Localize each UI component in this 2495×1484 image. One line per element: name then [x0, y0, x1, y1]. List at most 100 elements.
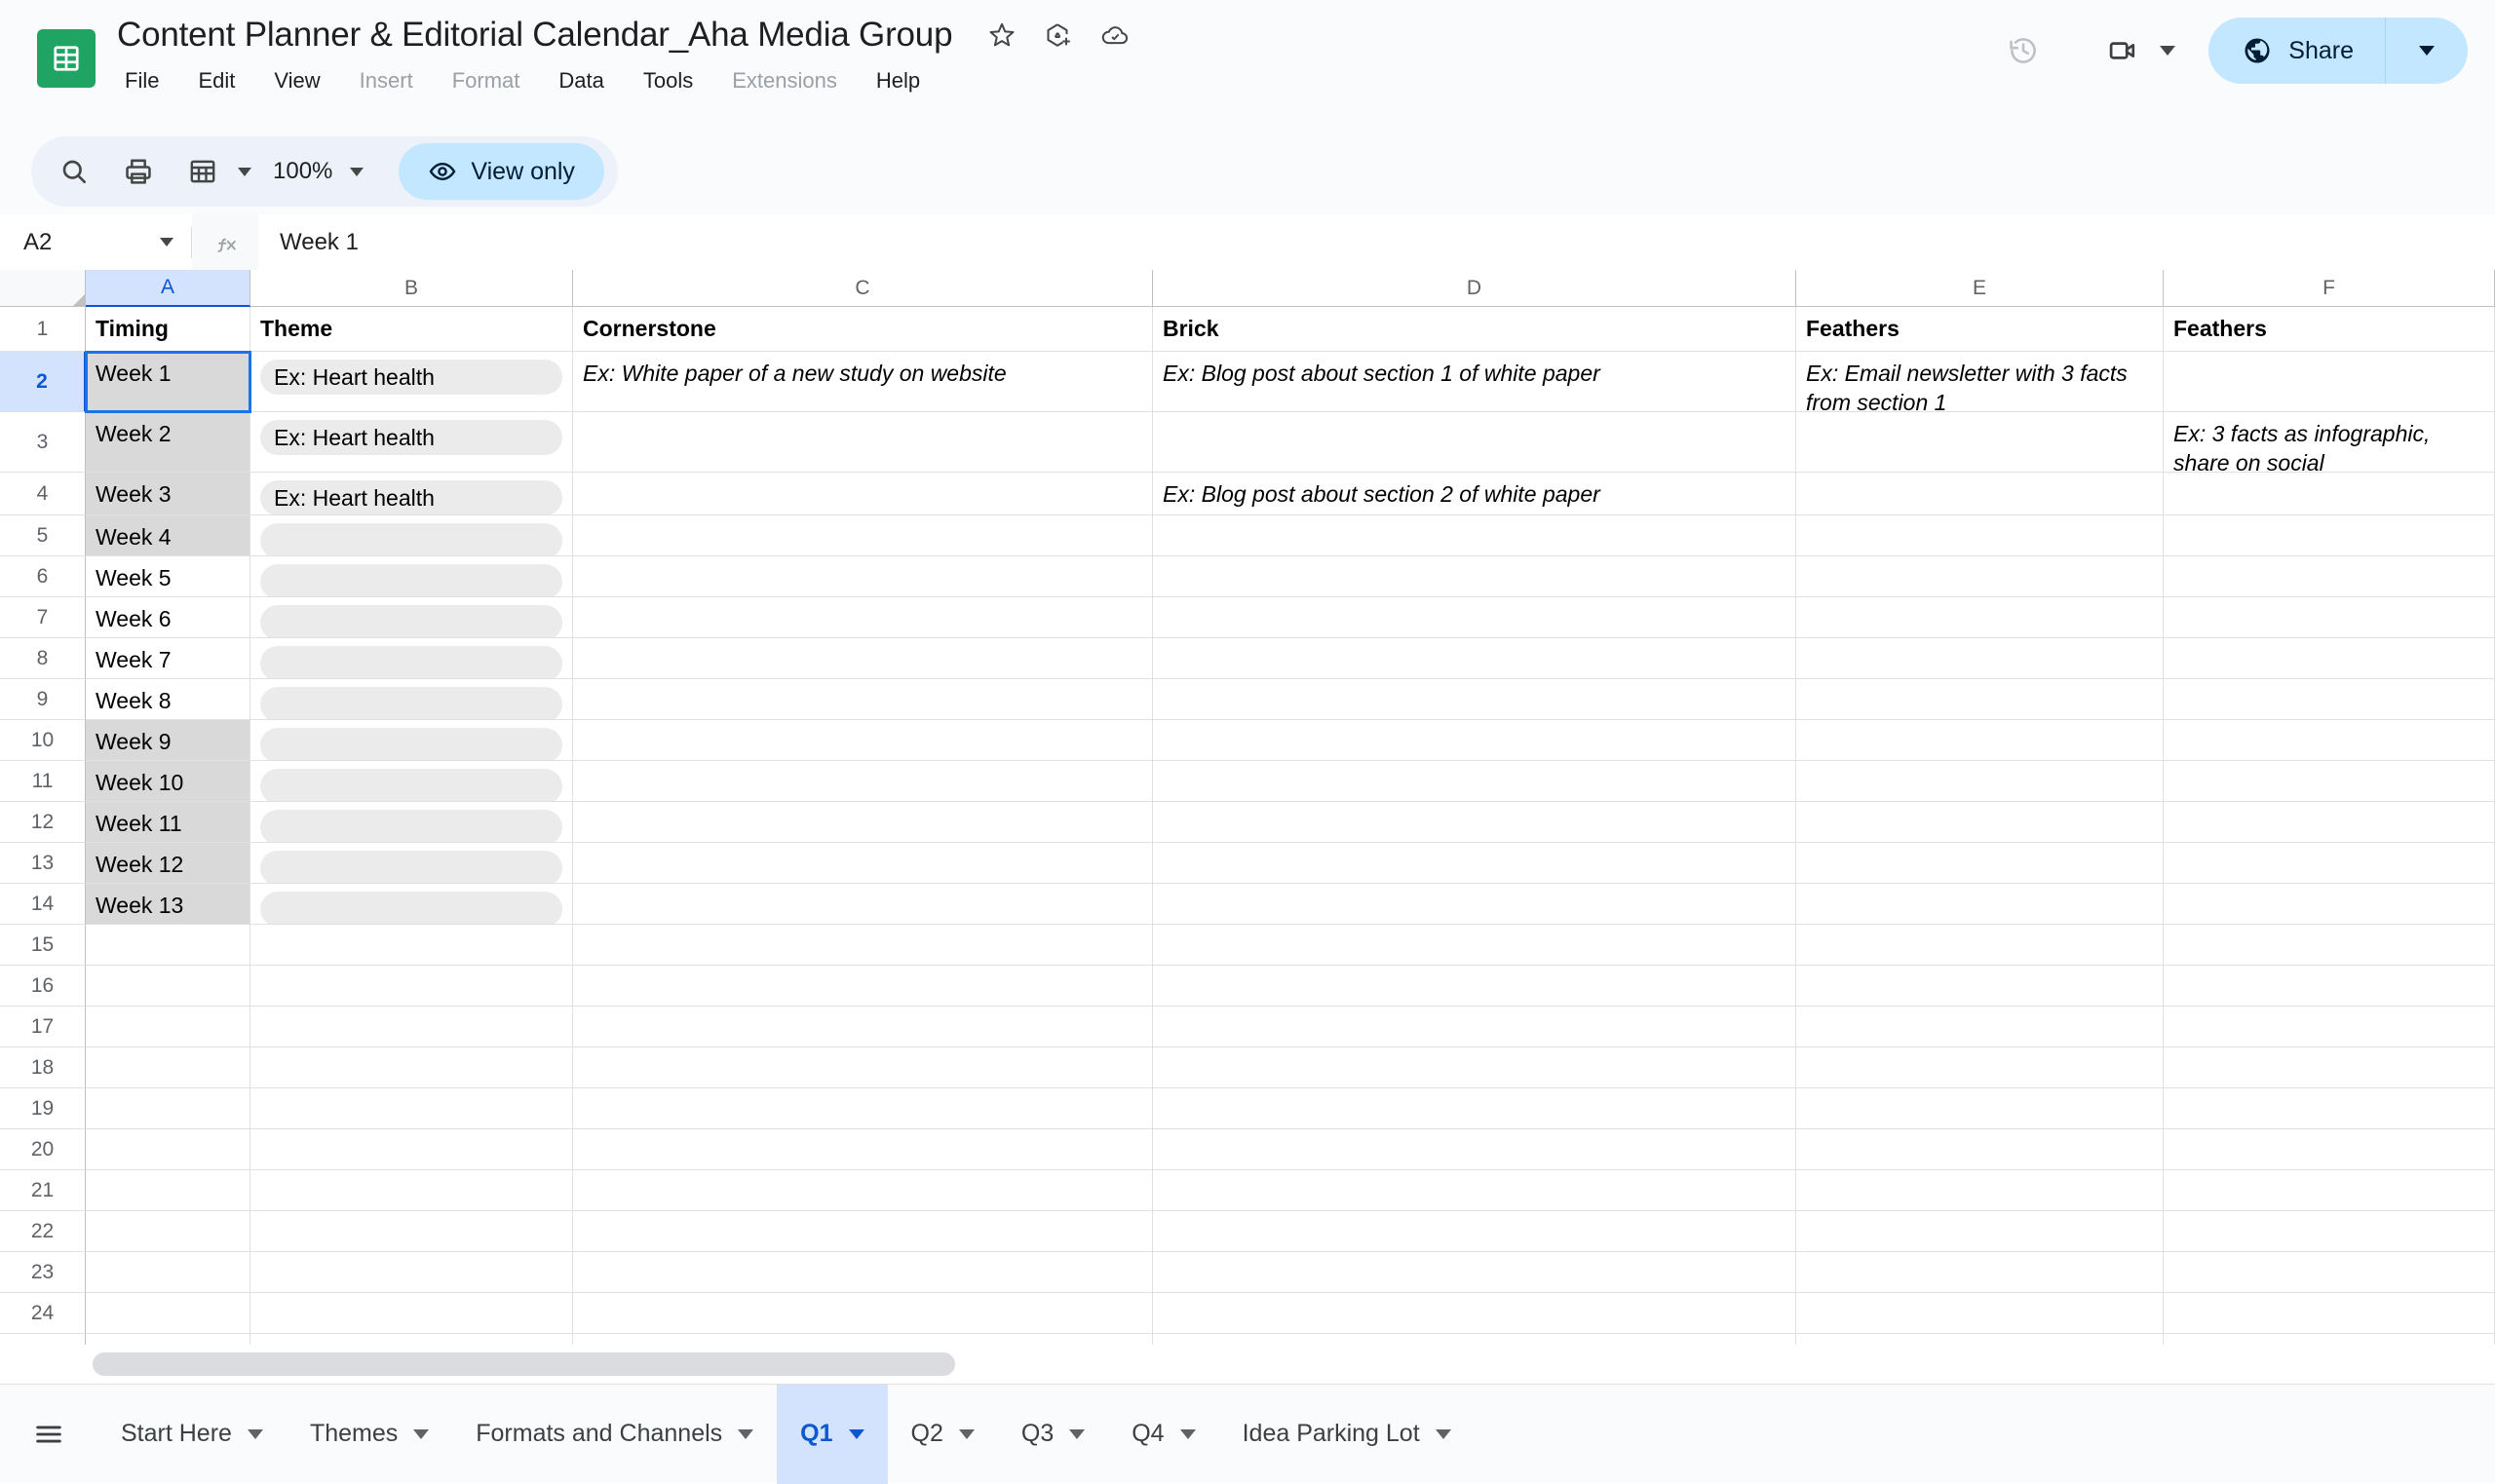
cell-E10[interactable]	[1796, 720, 2164, 761]
cell-C15[interactable]	[573, 925, 1153, 966]
cell-D3[interactable]	[1153, 412, 1796, 473]
sheet-tab-start-here[interactable]: Start Here	[97, 1385, 287, 1484]
cell-B16[interactable]	[250, 966, 573, 1007]
cell-B1[interactable]: Theme	[250, 307, 573, 352]
cell-C17[interactable]	[573, 1007, 1153, 1047]
cell-D22[interactable]	[1153, 1211, 1796, 1252]
theme-chip[interactable]	[260, 728, 562, 761]
cell-F2[interactable]	[2164, 352, 2495, 412]
column-header-d[interactable]: D	[1153, 270, 1796, 307]
cell-D1[interactable]: Brick	[1153, 307, 1796, 352]
cell-B18[interactable]	[250, 1047, 573, 1088]
cell-B12[interactable]	[250, 802, 573, 843]
cell-B2[interactable]: Ex: Heart health	[250, 352, 573, 412]
cell-D23[interactable]	[1153, 1252, 1796, 1293]
cell-D12[interactable]	[1153, 802, 1796, 843]
horizontal-scrollbar-track[interactable]	[0, 1345, 2495, 1384]
cell-E15[interactable]	[1796, 925, 2164, 966]
row-header-24[interactable]: 24	[0, 1293, 86, 1334]
cell-E14[interactable]	[1796, 884, 2164, 925]
google-sheets-icon[interactable]	[37, 29, 96, 88]
cell-D5[interactable]	[1153, 515, 1796, 556]
row-header-22[interactable]: 22	[0, 1211, 86, 1252]
column-header-c[interactable]: C	[573, 270, 1153, 307]
chevron-down-icon[interactable]	[1436, 1429, 1451, 1439]
filter-view-icon[interactable]	[173, 142, 232, 201]
cell-F20[interactable]	[2164, 1129, 2495, 1170]
print-icon[interactable]	[109, 142, 168, 201]
cell-E13[interactable]	[1796, 843, 2164, 884]
theme-chip[interactable]	[260, 769, 562, 802]
move-to-drive-icon[interactable]	[1042, 19, 1075, 52]
theme-chip[interactable]: Ex: Heart health	[260, 420, 562, 455]
chevron-down-icon[interactable]	[2419, 46, 2435, 56]
column-header-b[interactable]: B	[250, 270, 573, 307]
cell-C5[interactable]	[573, 515, 1153, 556]
cell-C9[interactable]	[573, 679, 1153, 720]
cell-A7[interactable]: Week 6	[86, 597, 250, 638]
chevron-down-icon[interactable]	[738, 1429, 753, 1439]
cell-C10[interactable]	[573, 720, 1153, 761]
cell-A3[interactable]: Week 2	[86, 412, 250, 473]
row-header-20[interactable]: 20	[0, 1129, 86, 1170]
cell-E21[interactable]	[1796, 1170, 2164, 1211]
cell-C21[interactable]	[573, 1170, 1153, 1211]
chevron-down-icon[interactable]	[2160, 46, 2175, 56]
cell-A5[interactable]: Week 4	[86, 515, 250, 556]
chevron-down-icon[interactable]	[1180, 1429, 1196, 1439]
meet-camera-group[interactable]	[2095, 23, 2175, 78]
menu-edit[interactable]: Edit	[192, 64, 241, 97]
cell-F19[interactable]	[2164, 1088, 2495, 1129]
cell-A8[interactable]: Week 7	[86, 638, 250, 679]
cell-E7[interactable]	[1796, 597, 2164, 638]
cell-A12[interactable]: Week 11	[86, 802, 250, 843]
cell-B11[interactable]	[250, 761, 573, 802]
cell-C3[interactable]	[573, 412, 1153, 473]
cell-A18[interactable]	[86, 1047, 250, 1088]
cell-C22[interactable]	[573, 1211, 1153, 1252]
cell-A22[interactable]	[86, 1211, 250, 1252]
row-header-17[interactable]: 17	[0, 1007, 86, 1047]
cell-D6[interactable]	[1153, 556, 1796, 597]
menu-view[interactable]: View	[268, 64, 326, 97]
cell-A1[interactable]: Timing	[86, 307, 250, 352]
chevron-down-icon[interactable]	[1069, 1429, 1085, 1439]
search-icon[interactable]	[45, 142, 103, 201]
row-header-6[interactable]: 6	[0, 556, 86, 597]
row-header-5[interactable]: 5	[0, 515, 86, 556]
theme-chip[interactable]	[260, 646, 562, 679]
share-dropdown-button[interactable]	[2386, 18, 2468, 84]
cell-F21[interactable]	[2164, 1170, 2495, 1211]
cell-B23[interactable]	[250, 1252, 573, 1293]
row-header-4[interactable]: 4	[0, 473, 86, 515]
column-header-a[interactable]: A	[86, 270, 250, 307]
cell-E24[interactable]	[1796, 1293, 2164, 1334]
cell-E8[interactable]	[1796, 638, 2164, 679]
cell-B20[interactable]	[250, 1129, 573, 1170]
cell-C23[interactable]	[573, 1252, 1153, 1293]
sheet-tab-q2[interactable]: Q2	[888, 1385, 998, 1484]
saved-to-cloud-icon[interactable]	[1098, 19, 1132, 52]
column-header-f[interactable]: F	[2164, 270, 2495, 307]
cell-E17[interactable]	[1796, 1007, 2164, 1047]
cell-F22[interactable]	[2164, 1211, 2495, 1252]
menu-tools[interactable]: Tools	[637, 64, 699, 97]
row-header-18[interactable]: 18	[0, 1047, 86, 1088]
cell-F24[interactable]	[2164, 1293, 2495, 1334]
cell-D11[interactable]	[1153, 761, 1796, 802]
cell-A21[interactable]	[86, 1170, 250, 1211]
cell-A16[interactable]	[86, 966, 250, 1007]
cell-D24[interactable]	[1153, 1293, 1796, 1334]
theme-chip[interactable]	[260, 851, 562, 884]
cell-D17[interactable]	[1153, 1007, 1796, 1047]
sheet-tab-q1[interactable]: Q1	[777, 1385, 887, 1484]
menu-data[interactable]: Data	[553, 64, 609, 97]
cell-F12[interactable]	[2164, 802, 2495, 843]
cell-D2[interactable]: Ex: Blog post about section 1 of white p…	[1153, 352, 1796, 412]
row-header-8[interactable]: 8	[0, 638, 86, 679]
row-header-23[interactable]: 23	[0, 1252, 86, 1293]
cell-E22[interactable]	[1796, 1211, 2164, 1252]
cell-F13[interactable]	[2164, 843, 2495, 884]
theme-chip[interactable]	[260, 523, 562, 556]
zoom-selector[interactable]: 100%	[257, 158, 379, 185]
